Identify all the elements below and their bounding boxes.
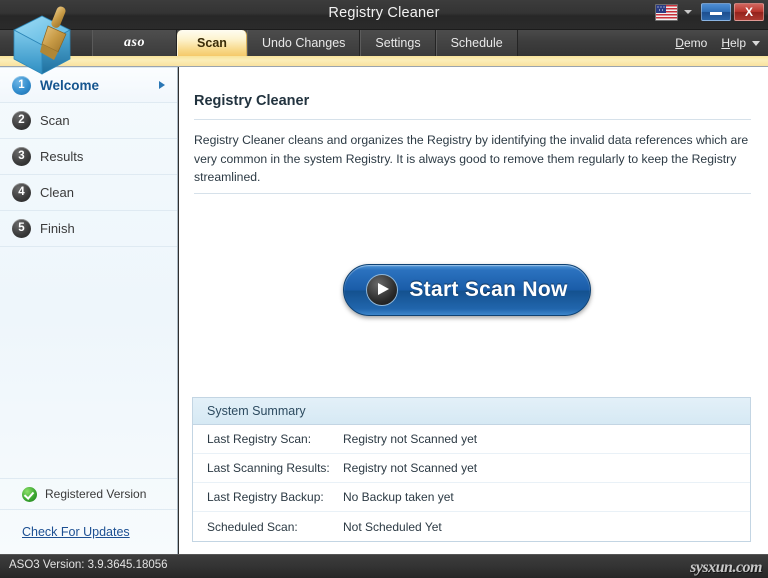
step-number-badge: 3 xyxy=(12,147,31,166)
window-title: Registry Cleaner xyxy=(0,5,768,21)
version-label: ASO3 Version: 3.9.3645.18056 xyxy=(9,559,168,571)
tab-undo-changes[interactable]: Undo Changes xyxy=(247,30,360,56)
summary-row: Last Registry Backup: No Backup taken ye… xyxy=(193,483,750,512)
sidebar-item-label: Welcome xyxy=(40,78,99,93)
sidebar-item-finish[interactable]: 5 Finish xyxy=(0,211,177,247)
step-number-badge: 2 xyxy=(12,111,31,130)
step-number-badge: 1 xyxy=(12,76,31,95)
tab-settings[interactable]: Settings xyxy=(360,30,435,56)
demo-rest: emo xyxy=(684,36,707,50)
sidebar-item-scan[interactable]: 2 Scan xyxy=(0,103,177,139)
page-title: Registry Cleaner xyxy=(194,93,309,109)
sidebar-item-welcome[interactable]: 1 Welcome xyxy=(0,67,177,103)
tab-list: Scan Undo Changes Settings Schedule xyxy=(177,30,518,56)
scan-button-area: Start Scan Now xyxy=(343,264,591,316)
sidebar-item-clean[interactable]: 4 Clean xyxy=(0,175,177,211)
sidebar-item-label: Results xyxy=(40,149,83,164)
start-scan-now-button[interactable]: Start Scan Now xyxy=(343,264,591,316)
minimize-button[interactable] xyxy=(701,3,731,21)
summary-label: Last Registry Backup: xyxy=(193,490,343,504)
summary-value: No Backup taken yet xyxy=(343,490,454,504)
check-updates-row: Check For Updates xyxy=(0,510,177,554)
sidebar-item-label: Finish xyxy=(40,221,75,236)
window-controls: X xyxy=(655,3,764,21)
demo-link[interactable]: Demo xyxy=(675,36,707,50)
summary-row: Last Registry Scan: Registry not Scanned… xyxy=(193,425,750,454)
tab-bar-right-links: Demo Help xyxy=(675,30,760,56)
divider-top xyxy=(194,119,751,120)
main-content: Registry Cleaner Registry Cleaner cleans… xyxy=(179,67,768,554)
sidebar: 1 Welcome 2 Scan 3 Results 4 Clean 5 Fin… xyxy=(0,67,178,554)
gold-ribbon-divider xyxy=(0,56,768,67)
registered-version-row: Registered Version xyxy=(0,478,177,510)
help-accel: H xyxy=(721,36,730,50)
brand-label: aso xyxy=(92,30,177,56)
sidebar-item-results[interactable]: 3 Results xyxy=(0,139,177,175)
sidebar-item-label: Scan xyxy=(40,113,70,128)
page-description: Registry Cleaner cleans and organizes th… xyxy=(194,131,750,187)
demo-accel: D xyxy=(675,36,684,50)
divider-bottom xyxy=(194,193,751,194)
title-bar: Registry Cleaner X xyxy=(0,0,768,30)
help-chevron-down-icon[interactable] xyxy=(752,41,760,46)
language-chevron-down-icon[interactable] xyxy=(684,10,692,14)
summary-label: Last Registry Scan: xyxy=(193,432,343,446)
summary-label: Scheduled Scan: xyxy=(193,520,343,534)
summary-label: Last Scanning Results: xyxy=(193,461,343,475)
tab-schedule[interactable]: Schedule xyxy=(436,30,518,56)
step-number-badge: 5 xyxy=(12,219,31,238)
tab-bar: aso Scan Undo Changes Settings Schedule … xyxy=(0,30,768,56)
sidebar-item-label: Clean xyxy=(40,185,74,200)
summary-value: Not Scheduled Yet xyxy=(343,520,442,534)
summary-value: Registry not Scanned yet xyxy=(343,432,477,446)
summary-value: Registry not Scanned yet xyxy=(343,461,477,475)
close-button[interactable]: X xyxy=(734,3,764,21)
check-circle-icon xyxy=(22,487,37,502)
chevron-right-icon xyxy=(159,81,165,89)
summary-row: Scheduled Scan: Not Scheduled Yet xyxy=(193,512,750,541)
start-scan-now-label: Start Scan Now xyxy=(409,278,567,302)
step-number-badge: 4 xyxy=(12,183,31,202)
registry-cleaner-window: Registry Cleaner X aso Scan Undo Changes… xyxy=(0,0,768,578)
system-summary-heading: System Summary xyxy=(193,398,750,425)
status-bar: ASO3 Version: 3.9.3645.18056 xyxy=(0,554,768,578)
sidebar-footer: Registered Version Check For Updates xyxy=(0,478,177,554)
summary-row: Last Scanning Results: Registry not Scan… xyxy=(193,454,750,483)
registered-version-label: Registered Version xyxy=(45,487,146,501)
system-summary-panel: System Summary Last Registry Scan: Regis… xyxy=(192,397,751,542)
flag-stars xyxy=(656,5,666,13)
help-link[interactable]: Help xyxy=(721,36,746,50)
us-flag-icon[interactable] xyxy=(655,4,678,21)
tab-scan[interactable]: Scan xyxy=(177,30,247,56)
check-for-updates-link[interactable]: Check For Updates xyxy=(22,525,130,539)
help-rest: elp xyxy=(730,36,746,50)
play-icon xyxy=(366,274,398,306)
